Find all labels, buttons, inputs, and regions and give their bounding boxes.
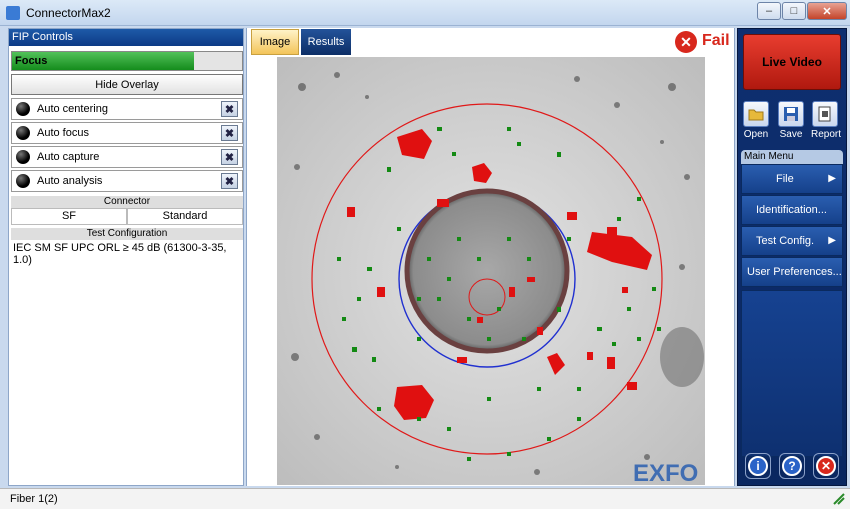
option-label: Auto centering	[37, 103, 108, 115]
main-menu-header: Main Menu	[741, 150, 843, 164]
disabled-x-icon[interactable]: ✖	[221, 101, 238, 117]
report-icon[interactable]	[812, 101, 838, 127]
maximize-icon[interactable]: □	[782, 2, 806, 20]
dark-deposit	[660, 327, 704, 387]
status-light-icon	[16, 174, 30, 188]
chevron-right-icon: ▶	[828, 173, 836, 184]
tab-results[interactable]: Results	[301, 29, 351, 55]
option-auto-centering[interactable]: Auto centering ✖	[11, 98, 243, 120]
open-icon[interactable]	[743, 101, 769, 127]
menu-empty-area	[741, 290, 843, 457]
live-video-button[interactable]: Live Video	[743, 34, 841, 90]
status-bar: Fiber 1(2)	[0, 488, 850, 509]
disabled-x-icon[interactable]: ✖	[221, 125, 238, 141]
minimize-icon[interactable]: –	[757, 2, 781, 20]
fip-controls-panel: FIP Controls Focus Hide Overlay Auto cen…	[8, 28, 244, 486]
resize-grip-icon[interactable]	[832, 492, 846, 506]
fiber-inspection-image[interactable]: EXFO	[277, 57, 705, 485]
option-label: Auto focus	[37, 127, 89, 139]
fiber-endface-svg: EXFO	[277, 57, 705, 485]
menu-test-config[interactable]: Test Config. ▶	[741, 226, 843, 256]
window-title: ConnectorMax2	[26, 6, 111, 20]
option-auto-focus[interactable]: Auto focus ✖	[11, 122, 243, 144]
disabled-x-icon[interactable]: ✖	[221, 173, 238, 189]
menu-user-preferences[interactable]: User Preferences...	[741, 257, 843, 287]
menu-identification[interactable]: Identification...	[741, 195, 843, 225]
option-auto-capture[interactable]: Auto capture ✖	[11, 146, 243, 168]
save-label: Save	[779, 129, 803, 140]
fiber-status: Fiber 1(2)	[10, 493, 58, 505]
report-label: Report	[810, 129, 841, 140]
focus-label: Focus	[15, 55, 48, 67]
menu-file[interactable]: File ▶	[741, 164, 843, 194]
title-bar: ConnectorMax2 – □ ✕	[0, 0, 850, 26]
help-icon[interactable]: ?	[779, 453, 805, 479]
open-label: Open	[743, 129, 769, 140]
close-icon[interactable]: ✕	[807, 2, 847, 20]
test-configuration-value: IEC SM SF UPC ORL ≥ 45 dB (61300-3-35, 1…	[13, 242, 227, 266]
menu-file-label: File	[776, 173, 794, 185]
exfo-watermark: EXFO	[633, 460, 698, 485]
app-icon	[6, 6, 20, 20]
connector-standard: Standard	[127, 208, 243, 225]
menu-test-config-label: Test Config.	[756, 235, 815, 247]
image-area: Image Results ✕ Fail EXFO	[246, 28, 735, 486]
fail-icon: ✕	[675, 31, 697, 53]
connector-header: Connector	[11, 196, 243, 208]
option-label: Auto analysis	[37, 175, 103, 187]
result-label: Fail	[702, 32, 730, 49]
exit-icon[interactable]: ✕	[813, 453, 839, 479]
connector-type: SF	[11, 208, 127, 225]
focus-bar: Focus	[11, 51, 243, 71]
save-icon[interactable]	[778, 101, 804, 127]
fip-controls-header: FIP Controls	[9, 29, 243, 46]
info-icon[interactable]: i	[745, 453, 771, 479]
option-auto-analysis[interactable]: Auto analysis ✖	[11, 170, 243, 192]
test-configuration-header: Test Configuration	[11, 228, 243, 240]
hide-overlay-button[interactable]: Hide Overlay	[11, 74, 243, 95]
menu-user-preferences-label: User Preferences...	[747, 266, 842, 278]
right-panel: Live Video Open Save Report Main Menu Fi…	[737, 28, 847, 486]
chevron-right-icon: ▶	[828, 235, 836, 246]
status-light-icon	[16, 150, 30, 164]
menu-identification-label: Identification...	[756, 204, 827, 216]
status-light-icon	[16, 102, 30, 116]
disabled-x-icon[interactable]: ✖	[221, 149, 238, 165]
option-label: Auto capture	[37, 151, 100, 163]
status-light-icon	[16, 126, 30, 140]
tab-image[interactable]: Image	[251, 29, 299, 55]
